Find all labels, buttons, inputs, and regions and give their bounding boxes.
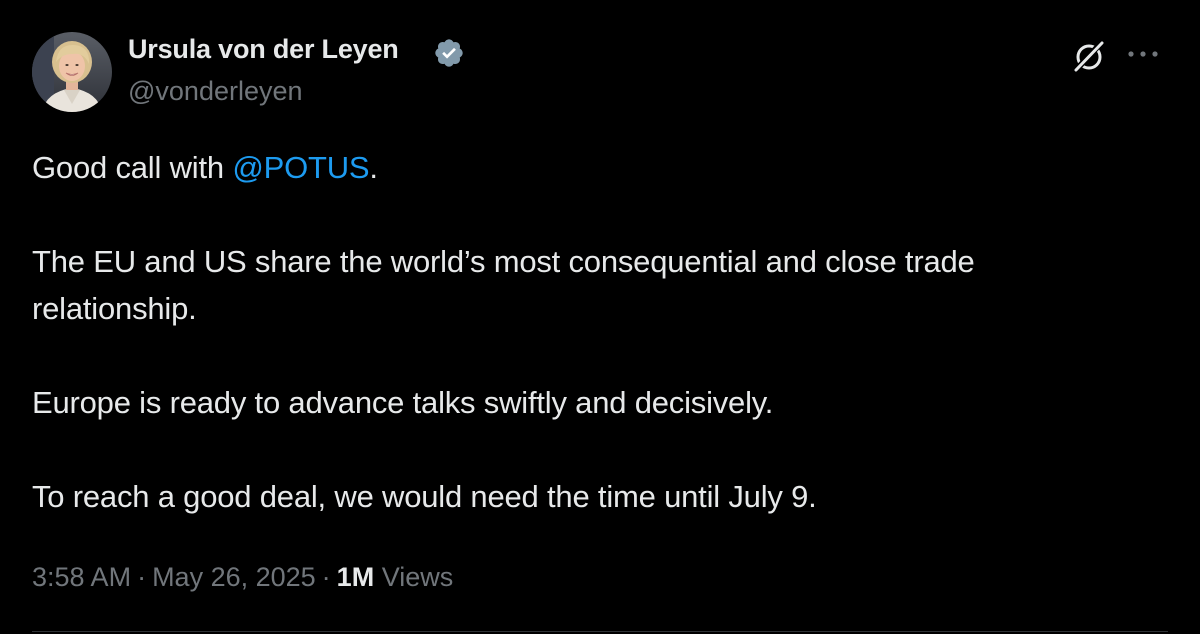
author-handle[interactable]: @vonderleyen [128, 76, 303, 107]
divider [32, 631, 1168, 632]
views-label: Views [381, 562, 454, 592]
tweet-paragraph: The EU and US share the world’s most con… [32, 244, 975, 326]
tweet-text-prefix: Good call with [32, 150, 233, 185]
display-name[interactable]: Ursula von der Leyen [128, 34, 399, 65]
tweet-text: Good call with @POTUS. The EU and US sha… [32, 144, 1142, 567]
more-options-icon[interactable] [1123, 38, 1163, 70]
meta-separator: · [321, 562, 331, 592]
tweet-text-suffix: . [369, 150, 378, 185]
grok-icon[interactable] [1069, 36, 1109, 76]
avatar-photo [32, 32, 112, 112]
tweet-paragraph: Europe is ready to advance talks swiftly… [32, 385, 774, 420]
tweet-meta: 3:58 AM · May 26, 2025 · 1M Views [32, 562, 453, 593]
tweet-paragraph: To reach a good deal, we would need the … [32, 479, 817, 514]
verified-badge-icon[interactable] [433, 37, 465, 69]
tweet: Ursula von der Leyen @vonderleyen Good c… [0, 0, 1200, 634]
views-count: 1M [336, 562, 375, 592]
meta-separator: · [137, 562, 147, 592]
tweet-date[interactable]: May 26, 2025 [152, 562, 316, 592]
avatar[interactable] [32, 32, 112, 112]
tweet-time[interactable]: 3:58 AM [32, 562, 131, 592]
mention-link[interactable]: @POTUS [232, 150, 369, 185]
tweet-paragraph: Good call with @POTUS. [32, 144, 1142, 191]
